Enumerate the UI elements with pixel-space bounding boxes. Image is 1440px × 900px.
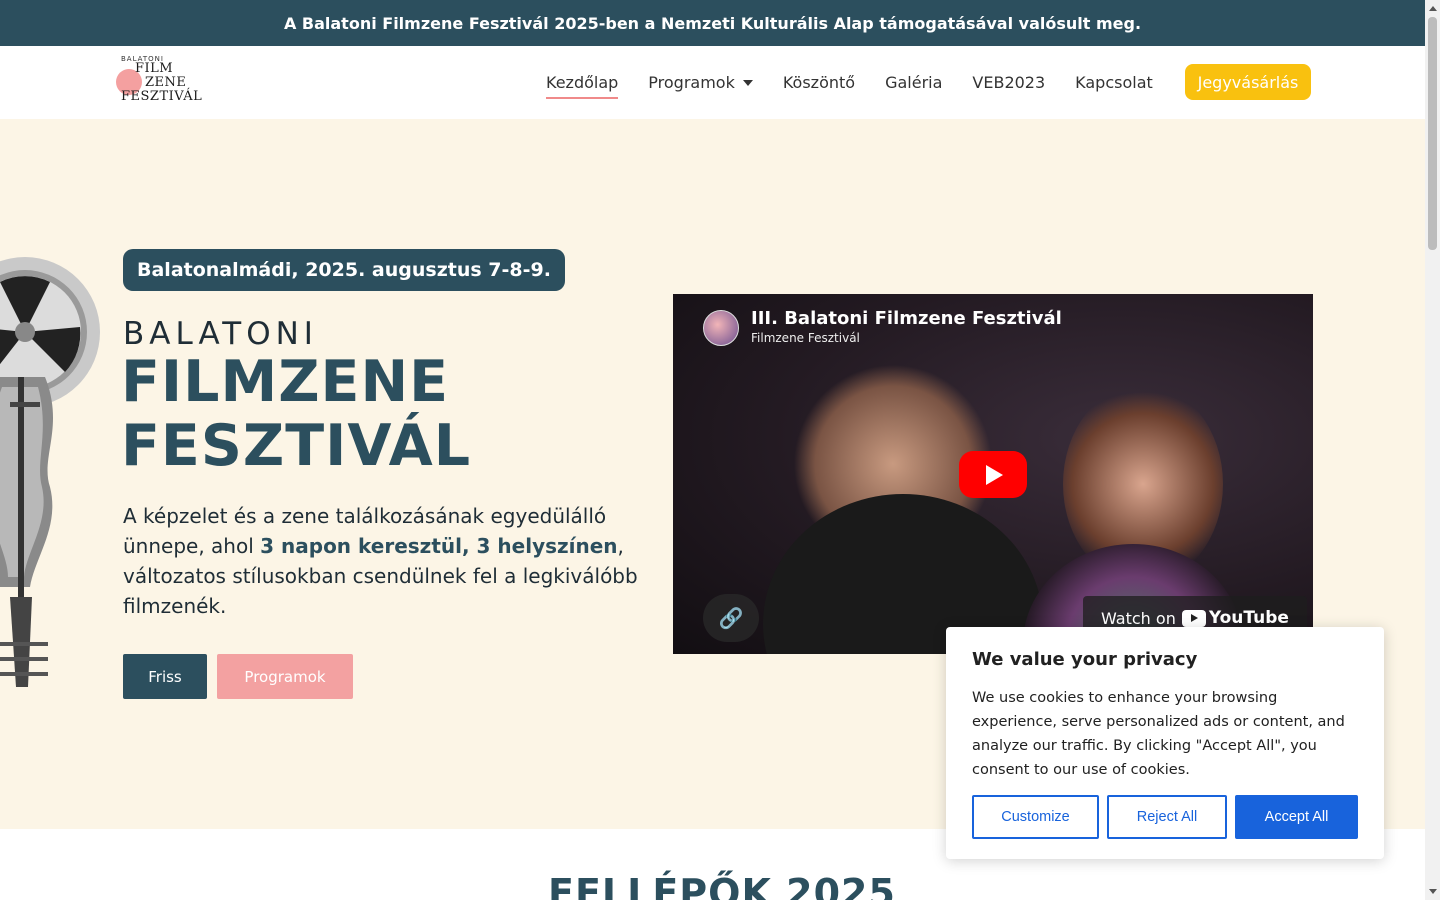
site-logo[interactable]: BALATONI FILM ZENE FESZTIVÁL (113, 55, 202, 110)
hero-description: A képzelet és a zene találkozásának egye… (123, 501, 643, 621)
nav-label: VEB2023 (972, 73, 1046, 92)
hero-title-small: BALATONI (123, 316, 318, 352)
scrollbar[interactable] (1425, 0, 1440, 900)
cookie-customize-button[interactable]: Customize (972, 795, 1099, 839)
site-header: BALATONI FILM ZENE FESZTIVÁL Kezdőlap Pr… (0, 46, 1425, 119)
performers-heading: FELLÉPŐK 2025 (548, 871, 896, 900)
nav-item-galeria[interactable]: Galéria (885, 73, 942, 92)
youtube-logo-icon: YouTube (1181, 608, 1289, 628)
youtube-embed[interactable]: III. Balatoni Filmzene Fesztivál Filmzen… (673, 294, 1313, 654)
cookie-title: We value your privacy (972, 649, 1198, 670)
cookie-reject-button[interactable]: Reject All (1107, 795, 1227, 839)
scroll-up-arrow-icon[interactable] (1429, 6, 1437, 11)
copy-link-icon[interactable]: 🔗 (703, 594, 759, 642)
programok-button[interactable]: Programok (217, 654, 353, 699)
announcement-bar: A Balatoni Filmzene Fesztivál 2025-ben a… (0, 0, 1425, 46)
nav-label: Köszöntő (782, 73, 856, 92)
logo-line-1: FILM (135, 61, 174, 76)
nav-label: Kapcsolat (1075, 73, 1153, 92)
announcement-text: A Balatoni Filmzene Fesztivál 2025-ben a… (283, 13, 1142, 33)
nav-item-veb2023[interactable]: VEB2023 (972, 73, 1045, 92)
cookie-accept-button[interactable]: Accept All (1235, 795, 1358, 839)
cookie-body: We use cookies to enhance your browsing … (972, 690, 1345, 778)
nav-item-programok[interactable]: Programok (648, 73, 753, 92)
play-icon[interactable] (959, 451, 1027, 498)
youtube-wordmark: YouTube (1208, 608, 1289, 628)
violin-film-reel-illustration (0, 257, 100, 687)
date-badge: Balatonalmádi, 2025. augusztus 7-8-9. (123, 249, 565, 291)
cookie-actions: Customize Reject All Accept All (972, 795, 1358, 839)
hero-title-line-1: FILMZENE (121, 349, 450, 415)
ticket-button[interactable]: Jegyvásárlás (1185, 64, 1311, 100)
logo-line-3: FESZTIVÁL (121, 89, 203, 104)
cookie-consent-banner: We value your privacy We use cookies to … (946, 627, 1384, 859)
video-title[interactable]: III. Balatoni Filmzene Fesztivál (751, 308, 1062, 329)
friss-button[interactable]: Friss (123, 654, 207, 699)
channel-avatar[interactable] (703, 310, 739, 346)
scroll-thumb[interactable] (1428, 17, 1437, 250)
nav-item-kezdolap[interactable]: Kezdőlap (546, 73, 619, 99)
logo-line-2: ZENE (145, 75, 187, 90)
nav-label: Galéria (885, 73, 943, 92)
nav-label: Programok (648, 73, 735, 92)
watch-on-label: Watch on (1101, 608, 1176, 628)
main-nav: Kezdőlap Programok Köszöntő Galéria VEB2… (546, 46, 1183, 119)
youtube-play-box-icon (1181, 609, 1206, 627)
desc-highlight: 3 napon keresztül, 3 helyszínen (260, 534, 618, 558)
scroll-down-arrow-icon[interactable] (1429, 889, 1437, 894)
video-channel[interactable]: Filmzene Fesztivál (751, 331, 860, 345)
caret-down-icon (742, 79, 753, 86)
hero-title-line-2: FESZTIVÁL (121, 413, 472, 479)
nav-item-koszonto[interactable]: Köszöntő (783, 73, 855, 92)
nav-item-kapcsolat[interactable]: Kapcsolat (1075, 73, 1153, 92)
nav-label: Kezdőlap (546, 73, 619, 92)
